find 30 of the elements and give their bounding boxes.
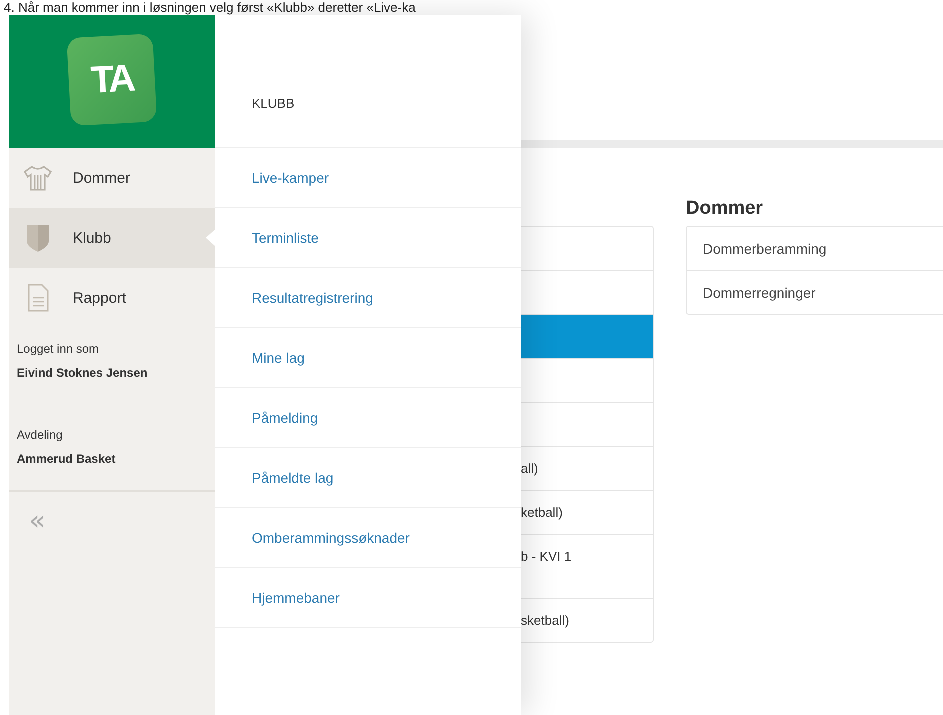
menu-link[interactable]: Live-kamper [215, 148, 521, 208]
caption-text: 4. Når man kommer inn i løsningen velg først «Klubb» deretter «Live-ka [3, 0, 417, 15]
menu-link[interactable]: Terminliste [215, 208, 521, 268]
logo[interactable]: TA [66, 33, 158, 126]
info-label: Avdeling [17, 428, 64, 442]
sidebar-label: Klubb [73, 230, 112, 246]
user-name: Eivind Stoknes Jensen [17, 366, 149, 380]
sidebar-item[interactable]: Dommer [9, 148, 215, 208]
menu-link[interactable]: Mine lag [215, 328, 521, 388]
dommer-link[interactable]: Dommerregninger [687, 271, 943, 314]
list-row[interactable]: ketball) [521, 491, 653, 535]
list-row[interactable]: all) [521, 447, 653, 491]
menu-link[interactable]: Påmeldte lag [215, 448, 521, 508]
sidebar-item[interactable]: Klubb [9, 208, 215, 268]
list-row[interactable]: b - KVI 1 [521, 535, 653, 599]
menu-link[interactable]: Påmelding [215, 388, 521, 448]
shirt-icon [23, 163, 53, 193]
section-heading: Dommer [686, 197, 764, 221]
department-name: Ammerud Basket [17, 452, 117, 466]
sidebar-label: Dommer [73, 170, 131, 186]
menu-link[interactable]: Hjemmebaner [215, 568, 521, 628]
sidebar-label: Rapport [73, 290, 126, 306]
menu-link[interactable]: Resultatregistrering [215, 268, 521, 328]
list-row[interactable]: sketball) [521, 599, 653, 642]
dommer-link[interactable]: Dommerberamming [687, 227, 943, 271]
info-label: Logget inn som [17, 342, 100, 356]
list-row[interactable] [521, 315, 653, 359]
sidebar-item[interactable]: Rapport [9, 268, 215, 328]
flyout-title: KLUBB [215, 15, 521, 148]
menu-link[interactable]: Omberammingssøknader [215, 508, 521, 568]
